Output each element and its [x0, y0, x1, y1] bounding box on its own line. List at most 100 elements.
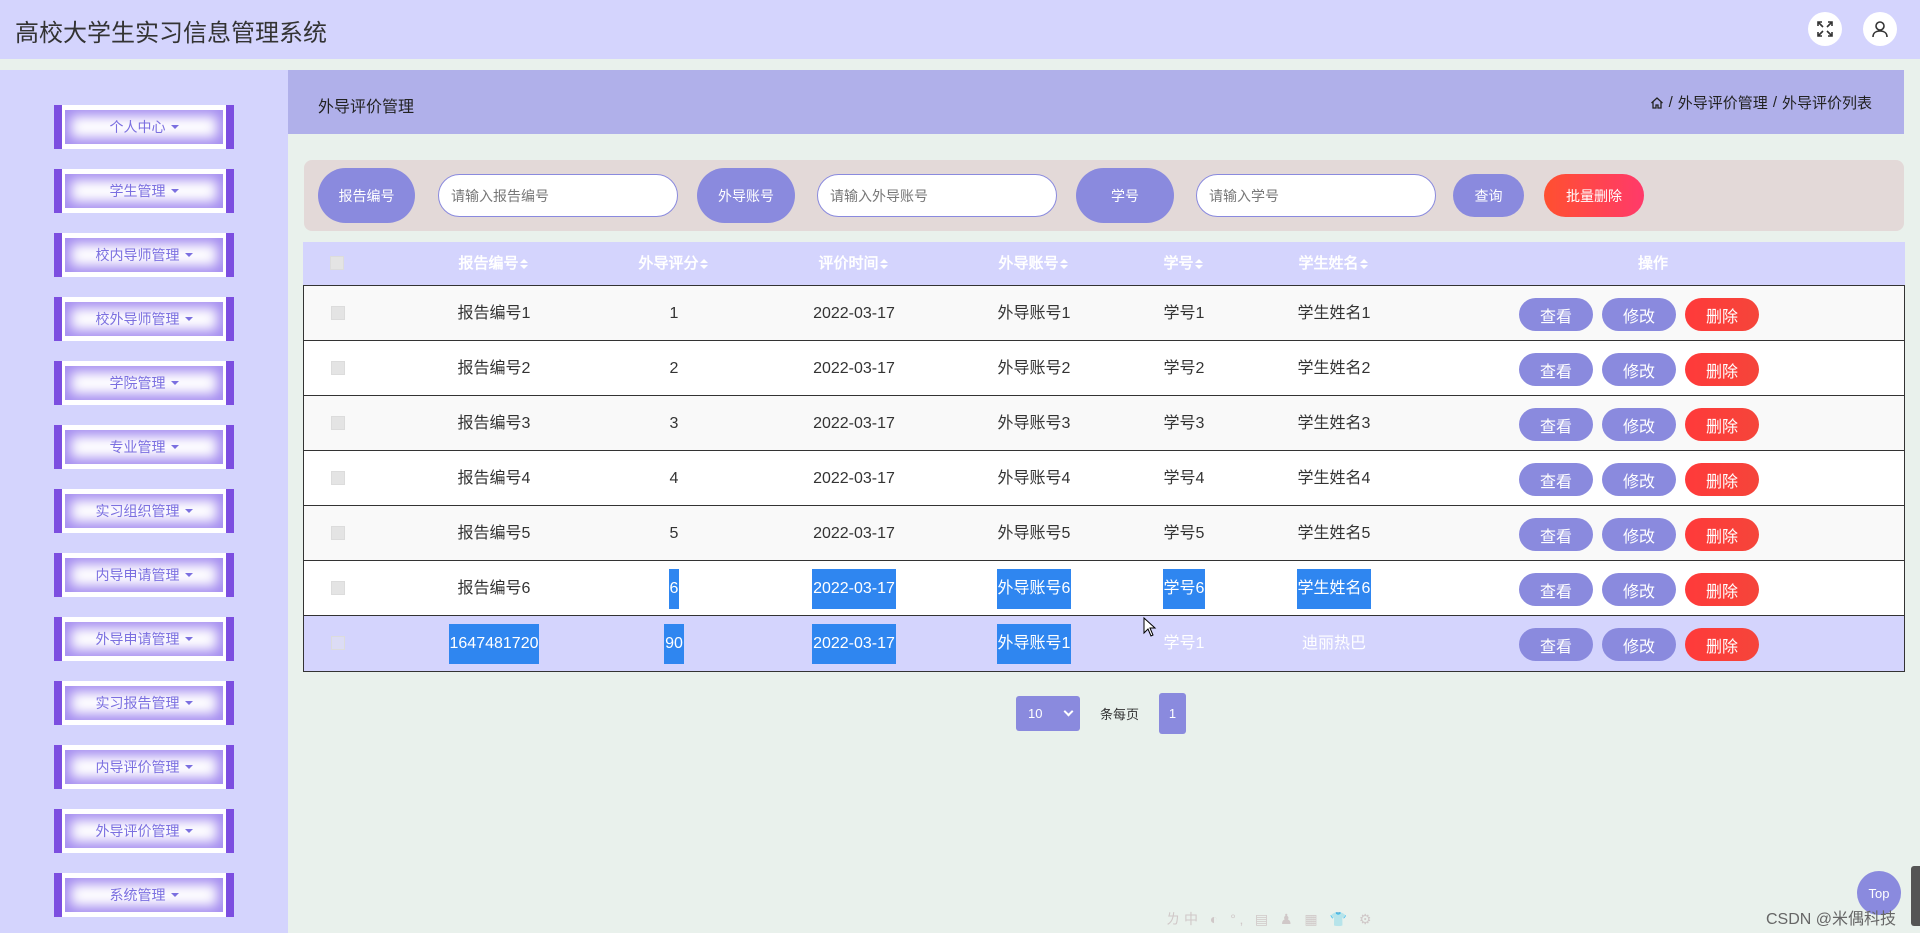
sidebar-item-label: 学生管理 — [109, 183, 166, 199]
delete-button[interactable]: 删除 — [1685, 518, 1759, 551]
delete-button[interactable]: 删除 — [1685, 573, 1759, 606]
view-button[interactable]: 查看 — [1519, 573, 1593, 606]
edit-button[interactable]: 修改 — [1602, 408, 1676, 441]
delete-button[interactable]: 删除 — [1685, 408, 1759, 441]
sidebar-item-external-applications[interactable]: 外导申请管理 — [54, 617, 234, 661]
edit-button[interactable]: 修改 — [1602, 628, 1676, 661]
sidebar-item-internal-evaluations[interactable]: 内导评价管理 — [54, 745, 234, 789]
table-row: 报告编号4 4 2022-03-17 外导账号4 学号4 学生姓名4 查看 修改… — [304, 451, 1904, 506]
edit-button[interactable]: 修改 — [1602, 298, 1676, 331]
edit-button[interactable]: 修改 — [1602, 573, 1676, 606]
column-header-account[interactable]: 外导账号 — [943, 242, 1123, 285]
caret-down-icon — [170, 893, 179, 897]
column-header-label: 学生姓名 — [1298, 255, 1359, 272]
cell-report-no: 报告编号4 — [457, 470, 531, 487]
view-button[interactable]: 查看 — [1519, 298, 1593, 331]
cell-account: 外导账号5 — [997, 525, 1071, 542]
query-button[interactable]: 查询 — [1453, 174, 1524, 217]
row-checkbox[interactable] — [331, 581, 345, 595]
sidebar-item-students[interactable]: 学生管理 — [54, 169, 234, 213]
cell-student-name: 学生姓名3 — [1297, 415, 1371, 432]
cell-account: 外导账号1 — [997, 305, 1071, 322]
row-checkbox[interactable] — [331, 471, 345, 485]
page-number-button[interactable]: 1 — [1159, 693, 1187, 734]
sidebar-item-label: 实习组织管理 — [95, 503, 180, 519]
sidebar-item-colleges[interactable]: 学院管理 — [54, 361, 234, 405]
row-checkbox[interactable] — [331, 636, 345, 650]
row-checkbox[interactable] — [331, 306, 345, 320]
sidebar-item-internship-orgs[interactable]: 实习组织管理 — [54, 489, 234, 533]
sidebar-item-personal-center[interactable]: 个人中心 — [54, 105, 234, 149]
view-button[interactable]: 查看 — [1519, 463, 1593, 496]
delete-button[interactable]: 删除 — [1685, 628, 1759, 661]
user-icon — [1872, 21, 1888, 38]
side-handle — [1911, 866, 1920, 926]
caret-down-icon — [184, 573, 193, 577]
column-header-student-name[interactable]: 学生姓名 — [1243, 242, 1423, 285]
caret-down-icon — [170, 189, 179, 193]
mouse-cursor-icon — [1143, 617, 1157, 637]
breadcrumb-item[interactable]: 外导评价管理 — [1678, 92, 1768, 113]
home-icon[interactable] — [1650, 96, 1664, 110]
cell-student-no: 学号2 — [1163, 360, 1205, 377]
view-button[interactable]: 查看 — [1519, 518, 1593, 551]
column-header-score[interactable]: 外导评分 — [583, 242, 763, 285]
edit-button[interactable]: 修改 — [1602, 353, 1676, 386]
view-button[interactable]: 查看 — [1519, 353, 1593, 386]
cell-time: 2022-03-17 — [813, 360, 895, 377]
column-header-time[interactable]: 评价时间 — [763, 242, 943, 285]
cell-student-name: 学生姓名1 — [1297, 305, 1371, 322]
row-checkbox[interactable] — [331, 361, 345, 375]
view-button[interactable]: 查看 — [1519, 628, 1593, 661]
chevron-down-icon — [1063, 706, 1074, 717]
sidebar-item-system[interactable]: 系统管理 — [54, 873, 234, 917]
sidebar-item-external-evaluations[interactable]: 外导评价管理 — [54, 809, 234, 853]
edit-button[interactable]: 修改 — [1602, 518, 1676, 551]
caret-down-icon — [184, 317, 193, 321]
edit-button[interactable]: 修改 — [1602, 463, 1676, 496]
table-row: 报告编号6 6 2022-03-17 外导账号6 学号6 学生姓名6 查看 修改… — [304, 561, 1904, 616]
sort-icon — [1359, 259, 1368, 270]
ime-toolbar: ㄌ中 ◐ °‚ ▤ ♟ ▦ 👕 ⚙ — [1166, 911, 1376, 927]
cell-time: 2022-03-17 — [764, 616, 944, 671]
page-size-select[interactable]: 10 — [1016, 696, 1080, 731]
caret-down-icon — [184, 509, 193, 513]
sort-icon — [879, 259, 888, 270]
column-header-report-no[interactable]: 报告编号 — [403, 242, 583, 285]
report-no-input[interactable] — [438, 174, 678, 217]
cell-student-no: 学号4 — [1163, 470, 1205, 487]
cell-time: 2022-03-17 — [764, 561, 944, 616]
sidebar-item-majors[interactable]: 专业管理 — [54, 425, 234, 469]
row-checkbox[interactable] — [331, 416, 345, 430]
sort-icon — [1194, 259, 1203, 270]
row-checkbox[interactable] — [331, 526, 345, 540]
column-header-label: 外导账号 — [998, 255, 1059, 272]
cell-score: 90 — [584, 616, 764, 671]
cell-time: 2022-03-17 — [813, 415, 895, 432]
cell-account: 外导账号6 — [944, 561, 1124, 616]
sidebar-item-label: 外导申请管理 — [95, 631, 180, 647]
batch-delete-button[interactable]: 批量删除 — [1544, 174, 1644, 217]
sidebar-item-label: 校内导师管理 — [95, 247, 180, 263]
account-input[interactable] — [817, 174, 1057, 217]
student-no-input[interactable] — [1196, 174, 1436, 217]
delete-button[interactable]: 删除 — [1685, 463, 1759, 496]
delete-button[interactable]: 删除 — [1685, 298, 1759, 331]
table-header: 报告编号 外导评分 评价时间 外导账号 学号 学生姓名 操作 — [303, 242, 1905, 285]
caret-down-icon — [184, 829, 193, 833]
sidebar-item-internship-reports[interactable]: 实习报告管理 — [54, 681, 234, 725]
column-header-student-no[interactable]: 学号 — [1123, 242, 1243, 285]
cell-report-no: 报告编号5 — [457, 525, 531, 542]
sidebar-item-external-tutors[interactable]: 校外导师管理 — [54, 297, 234, 341]
sidebar-item-internal-tutors[interactable]: 校内导师管理 — [54, 233, 234, 277]
user-button[interactable] — [1863, 12, 1897, 46]
cell-student-name: 学生姓名4 — [1297, 470, 1371, 487]
fullscreen-button[interactable] — [1808, 12, 1842, 46]
delete-button[interactable]: 删除 — [1685, 353, 1759, 386]
selected-text: 6 — [668, 569, 680, 609]
breadcrumb-separator: / — [1668, 94, 1673, 111]
sidebar-item-internal-applications[interactable]: 内导申请管理 — [54, 553, 234, 597]
caret-down-icon — [170, 445, 179, 449]
view-button[interactable]: 查看 — [1519, 408, 1593, 441]
select-all-checkbox[interactable] — [330, 256, 344, 270]
